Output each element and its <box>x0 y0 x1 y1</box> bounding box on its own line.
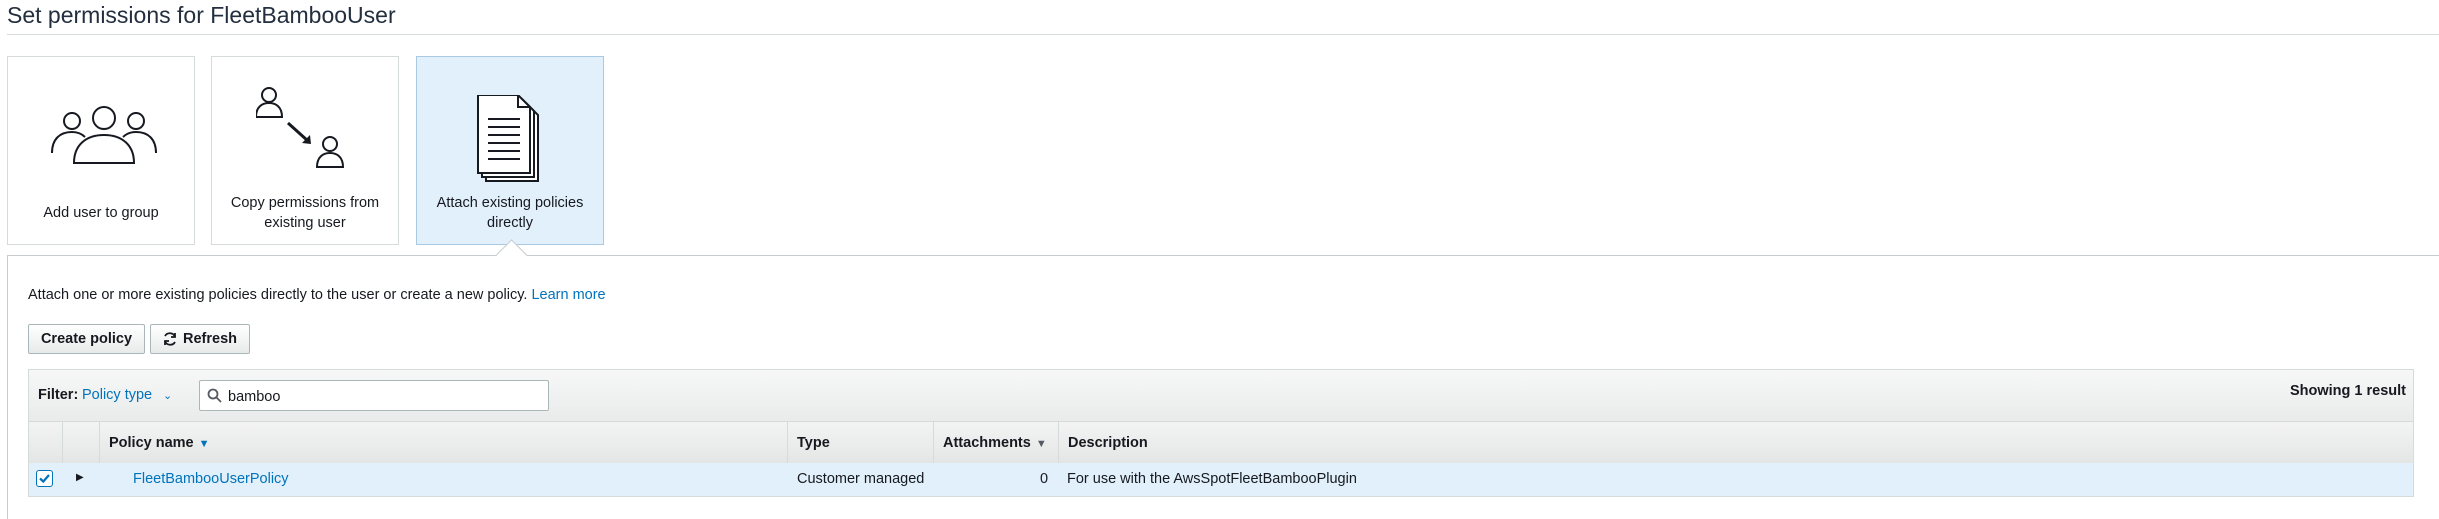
policy-name-link[interactable]: FleetBambooUserPolicy <box>133 471 289 487</box>
create-policy-button[interactable]: Create policy <box>28 324 145 354</box>
column-policy-name[interactable]: Policy name ▼ <box>109 435 210 451</box>
intro-description: Attach one or more existing policies dir… <box>28 287 528 303</box>
attach-policies-card[interactable]: Attach existing policies directly <box>416 56 604 245</box>
policy-type-dropdown[interactable]: Policy type <box>82 387 152 403</box>
sort-icon: ▼ <box>1035 438 1047 450</box>
chevron-down-icon[interactable]: ⌄ <box>163 389 172 402</box>
sort-desc-icon: ▼ <box>198 438 210 450</box>
copy-permissions-card[interactable]: Copy permissions from existing user <box>211 56 399 245</box>
column-attachments[interactable]: Attachments ▼ <box>943 435 1047 451</box>
column-attachments-label: Attachments <box>943 435 1031 451</box>
add-user-to-group-card[interactable]: Add user to group <box>7 56 195 245</box>
row-checkbox[interactable] <box>36 470 53 487</box>
refresh-icon <box>164 332 176 346</box>
table-header <box>28 422 2414 464</box>
copy-permissions-label-line2: existing user <box>264 215 346 231</box>
copy-user-icon <box>256 87 345 168</box>
refresh-label: Refresh <box>183 331 237 347</box>
title-divider <box>7 34 2439 35</box>
column-type[interactable]: Type <box>797 435 830 451</box>
attachments-cell: 0 <box>1040 471 1049 487</box>
policy-type-cell: Customer managed <box>797 471 925 487</box>
intro-text: Attach one or more existing policies dir… <box>28 287 606 303</box>
checkmark-icon <box>39 474 50 484</box>
expand-row-icon[interactable]: ▶ <box>76 472 84 483</box>
result-count: Showing 1 result <box>2289 383 2406 399</box>
attach-policies-label-line1: Attach existing policies <box>436 195 584 211</box>
column-description[interactable]: Description <box>1068 435 1148 451</box>
learn-more-link[interactable]: Learn more <box>531 287 605 303</box>
page-title: Set permissions for FleetBambooUser <box>7 2 396 28</box>
description-cell: For use with the AwsSpotFleetBambooPlugi… <box>1067 471 1357 487</box>
refresh-button[interactable]: Refresh <box>150 324 250 354</box>
copy-permissions-label-line1: Copy permissions from <box>230 195 380 211</box>
attach-policies-label-line2: directly <box>487 215 533 231</box>
search-input[interactable] <box>226 385 540 408</box>
search-box[interactable] <box>199 380 549 411</box>
filter-label: Filter: <box>38 387 79 403</box>
add-user-to-group-label: Add user to group <box>43 205 159 221</box>
document-stack-icon <box>477 95 539 182</box>
search-icon <box>207 388 222 403</box>
create-policy-label: Create policy <box>40 331 133 347</box>
column-policy-name-label: Policy name <box>109 435 194 451</box>
users-group-icon <box>51 106 157 164</box>
